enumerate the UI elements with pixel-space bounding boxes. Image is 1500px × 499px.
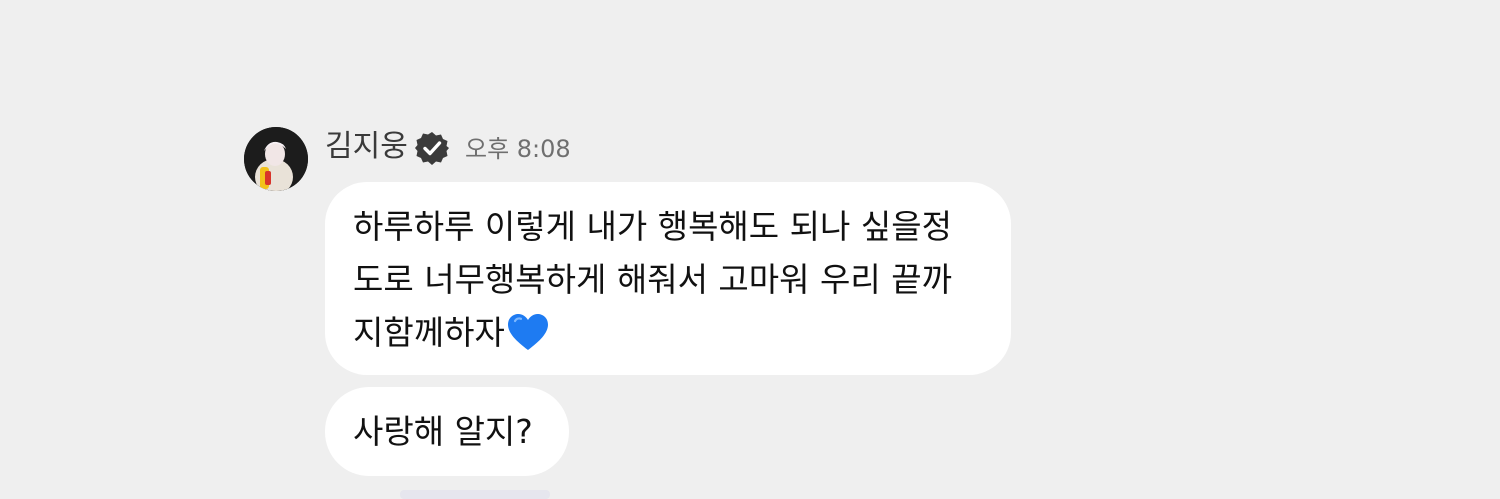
message-bubble[interactable]: 하루하루 이렇게 내가 행복해도 되나 싶을정 도로 너무행복하게 해줘서 고마… xyxy=(325,182,1011,375)
verified-badge-icon xyxy=(415,132,449,165)
message-bubble[interactable]: 사랑해 알지? xyxy=(325,387,569,476)
message-line: 사랑해 알지? xyxy=(353,412,533,451)
blue-heart-icon xyxy=(507,314,548,350)
message-line: 도로 너무행복하게 해줘서 고마워 우리 끝까 xyxy=(353,260,952,299)
message-timestamp: 오후 8:08 xyxy=(465,135,571,163)
sender-name[interactable]: 김지웅 xyxy=(325,127,408,167)
message-line: 지함께하자 xyxy=(353,306,991,359)
sender-avatar[interactable] xyxy=(244,127,308,191)
message-line: 하루하루 이렇게 내가 행복해도 되나 싶을정 xyxy=(353,207,952,246)
partial-next-message xyxy=(400,490,550,499)
message-text: 지함께하자 xyxy=(353,313,505,352)
